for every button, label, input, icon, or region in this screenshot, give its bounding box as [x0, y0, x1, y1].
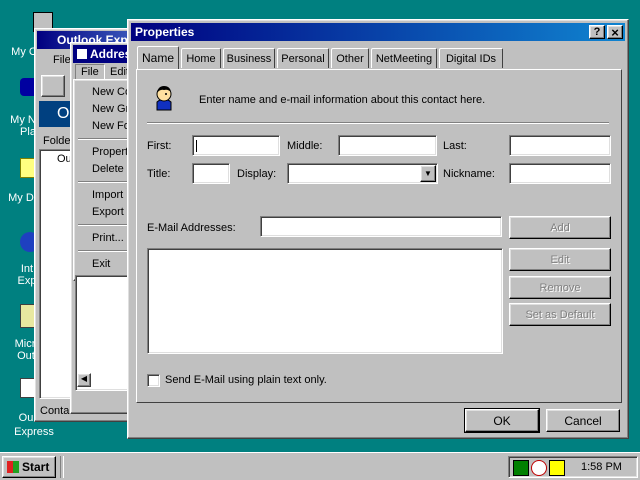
- email-address-list[interactable]: [147, 248, 503, 354]
- plain-text-label[interactable]: Send E-Mail using plain text only.: [165, 374, 327, 386]
- address-book-title: Addres: [90, 47, 132, 61]
- outlook-banner-letter: O: [57, 105, 70, 122]
- tab-digital-ids[interactable]: Digital IDs: [439, 48, 503, 68]
- close-button[interactable]: ×: [607, 25, 623, 40]
- menu-item-new-group[interactable]: New Gr: [92, 103, 129, 115]
- scheduler-tray-icon[interactable]: [549, 460, 565, 476]
- title-label: Title:: [147, 168, 171, 180]
- windows-logo-icon: [7, 461, 19, 473]
- display-label: Display:: [237, 168, 277, 180]
- outlook-folders-tab[interactable]: Folde: [43, 135, 71, 147]
- menu-item-properties[interactable]: Propert: [92, 146, 128, 158]
- start-button[interactable]: Start: [2, 456, 56, 478]
- tab-other[interactable]: Other: [331, 48, 369, 68]
- edit-button[interactable]: Edit: [509, 248, 611, 271]
- properties-dialog[interactable]: Properties ? × Name Home Business Person…: [127, 19, 629, 439]
- middle-name-input[interactable]: [338, 135, 437, 156]
- email-input[interactable]: [260, 216, 502, 237]
- outlook-status-bar: Contai: [40, 405, 72, 417]
- text-caret: [196, 140, 197, 152]
- volume-tray-icon[interactable]: [531, 460, 547, 476]
- add-button[interactable]: Add: [509, 216, 611, 239]
- menu-item-exit[interactable]: Exit: [92, 258, 110, 270]
- chevron-down-icon: ▼: [424, 169, 432, 178]
- outlook-menu-file[interactable]: File: [53, 54, 71, 66]
- network-tray-icon[interactable]: [513, 460, 529, 476]
- ok-button[interactable]: OK: [464, 408, 540, 433]
- menu-item-export[interactable]: Export: [92, 206, 124, 218]
- address-book-icon: [77, 49, 87, 59]
- tab-name[interactable]: Name: [137, 46, 179, 69]
- middle-label: Middle:: [287, 140, 323, 152]
- nickname-input[interactable]: [509, 163, 611, 184]
- contact-person-icon: [156, 86, 172, 111]
- menu-item-new-contact[interactable]: New Co: [92, 86, 131, 98]
- first-name-input[interactable]: [192, 135, 280, 156]
- intro-text: Enter name and e-mail information about …: [199, 94, 486, 106]
- last-label: Last:: [443, 140, 467, 152]
- dialog-titlebar[interactable]: Properties: [131, 23, 625, 41]
- display-select[interactable]: ▼: [287, 163, 438, 184]
- help-button[interactable]: ?: [589, 25, 605, 39]
- outlook-toolbar-button[interactable]: [41, 75, 65, 97]
- dialog-title: Properties: [135, 25, 195, 39]
- nickname-label: Nickname:: [443, 168, 495, 180]
- remove-button[interactable]: Remove: [509, 276, 611, 299]
- menu-item-delete[interactable]: Delete: [92, 163, 124, 175]
- menu-item-import[interactable]: Import: [92, 189, 123, 201]
- menu-file[interactable]: File: [75, 64, 105, 80]
- display-dropdown-arrow[interactable]: ▼: [420, 165, 436, 182]
- taskbar: Start 1:58 PM: [0, 452, 640, 480]
- tab-personal[interactable]: Personal: [277, 48, 329, 68]
- email-label: E-Mail Addresses:: [147, 222, 236, 234]
- title-input[interactable]: [192, 163, 230, 184]
- set-default-button[interactable]: Set as Default: [509, 303, 611, 326]
- clock[interactable]: 1:58 PM: [581, 461, 622, 473]
- system-tray: 1:58 PM: [508, 456, 638, 478]
- first-label: First:: [147, 140, 172, 152]
- tab-page: Enter name and e-mail information about …: [136, 69, 622, 403]
- desktop-label-oe-2[interactable]: Express: [12, 426, 56, 438]
- last-name-input[interactable]: [509, 135, 611, 156]
- tab-business[interactable]: Business: [223, 48, 275, 68]
- menu-item-print[interactable]: Print...: [92, 232, 124, 244]
- menu-item-new-folder[interactable]: New Fo: [92, 120, 130, 132]
- tab-strip: Name Home Business Personal Other NetMee…: [137, 46, 621, 70]
- tab-netmeeting[interactable]: NetMeeting: [371, 48, 437, 68]
- plain-text-checkbox[interactable]: [147, 374, 160, 387]
- scroll-left-button[interactable]: ◀: [77, 373, 91, 387]
- taskbar-divider: [60, 456, 64, 478]
- tab-home[interactable]: Home: [181, 48, 221, 68]
- intro-separator: [147, 122, 609, 124]
- cancel-button[interactable]: Cancel: [546, 409, 620, 432]
- start-label: Start: [22, 460, 50, 474]
